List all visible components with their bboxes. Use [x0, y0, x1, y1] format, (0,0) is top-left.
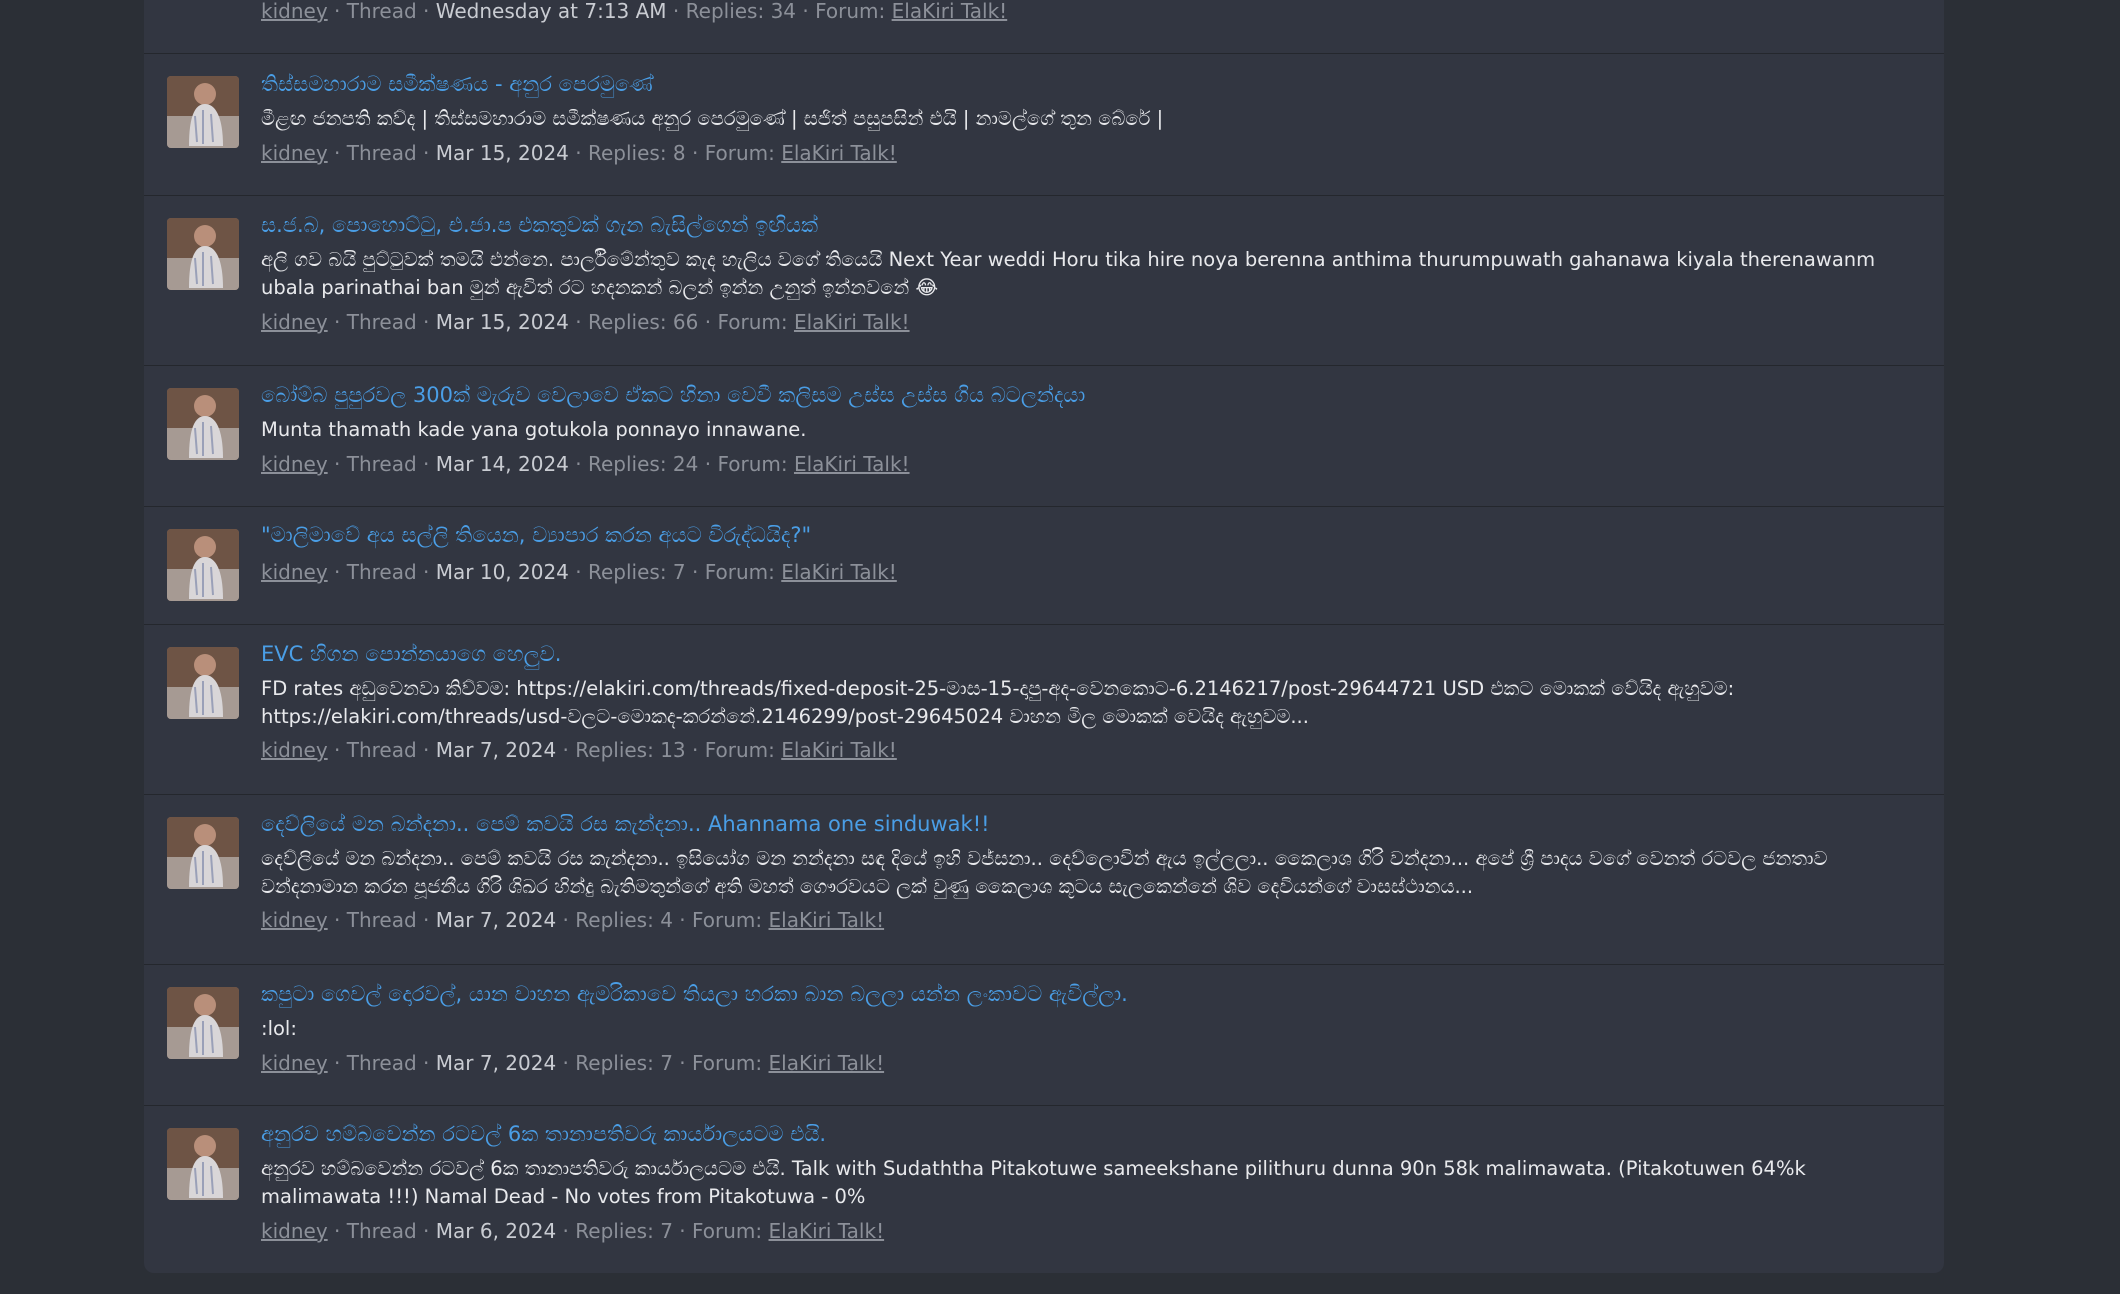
content-type: Thread: [346, 738, 417, 762]
avatar[interactable]: [167, 987, 239, 1059]
thread-title-link[interactable]: බෝම්බ පුපුරවල 300ක් මැරුව වෙලාවෙ ඒකට හින…: [261, 381, 1924, 409]
thread-meta: kidney · Thread · Mar 15, 2024 · Replies…: [261, 310, 910, 334]
thread-meta: kidney · Thread · Mar 10, 2024 · Replies…: [261, 560, 897, 584]
forum-label: Forum:: [692, 908, 763, 932]
author-link[interactable]: kidney: [261, 310, 328, 334]
thread-title-link[interactable]: EVC හිගන පොන්නයාගෙ හෙලුව.: [261, 640, 1924, 668]
forum-link[interactable]: ElaKiri Talk!: [892, 0, 1008, 23]
reply-count: Replies: 34: [685, 0, 797, 23]
author-link[interactable]: kidney: [261, 560, 328, 584]
thread-row: EVC හිගන පොන්නයාගෙ හෙලුව. FD rates අඩුවෙ…: [144, 624, 1944, 794]
forum-label: Forum:: [704, 560, 775, 584]
thread-snippet: Munta thamath kade yana gotukola ponnayo…: [261, 418, 807, 441]
reply-count: Replies: 13: [575, 738, 686, 762]
thread-row: තිස්සමහාරාම සමීක්ෂණය - අනුර පෙරමුණේ මීළඟ…: [144, 53, 1944, 195]
thread-date: Mar 15, 2024: [435, 310, 569, 334]
forum-link[interactable]: ElaKiri Talk!: [781, 738, 897, 762]
reply-count: Replies: 66: [587, 310, 699, 334]
thread-row: කපුටා ගෙවල් දොරවල්, යාන වාහන ඇමරිකාවෙ ති…: [144, 964, 1944, 1105]
author-link[interactable]: kidney: [261, 908, 328, 932]
forum-link[interactable]: ElaKiri Talk!: [769, 908, 885, 932]
forum-label: Forum:: [704, 141, 775, 165]
content-type: Thread: [346, 1219, 417, 1243]
reply-count: Replies: 24: [587, 452, 699, 476]
content-type: Thread: [346, 452, 417, 476]
thread-meta: kidney · Thread · Mar 7, 2024 · Replies:…: [261, 1051, 885, 1075]
content-type: Thread: [346, 560, 417, 584]
forum-link[interactable]: ElaKiri Talk!: [781, 560, 897, 584]
reply-count: Replies: 8: [587, 141, 686, 165]
thread-title-link[interactable]: දෙව්ලියේ මන බන්දනා.. පෙම් කවයි රස කැන්දන…: [261, 810, 1924, 838]
thread-title-link[interactable]: තිස්සමහාරාම සමීක්ෂණය - අනුර පෙරමුණේ: [261, 70, 1924, 98]
thread-row: ස.ජ.බ, පොහොට්ටු, එ.ජා.ප එකතුවක් ගැන බැසි…: [144, 195, 1944, 365]
author-link[interactable]: kidney: [261, 1051, 328, 1075]
reply-count: Replies: 7: [587, 560, 686, 584]
avatar[interactable]: [167, 529, 239, 601]
forum-label: Forum:: [717, 310, 788, 334]
content-type: Thread: [346, 310, 417, 334]
forum-link[interactable]: ElaKiri Talk!: [794, 452, 910, 476]
forum-label: Forum:: [704, 738, 775, 762]
thread-title-link[interactable]: "මාලිමාවේ අය සල්ලි තියෙන, ව්‍යාපාර කරන අ…: [261, 521, 1924, 549]
thread-row: අනුරව හම්බවෙන්න රටවල් 6ක තානාපතිවරු කාර්…: [144, 1105, 1944, 1273]
thread-row: බෝම්බ පුපුරවල 300ක් මැරුව වෙලාවෙ ඒකට හින…: [144, 365, 1944, 506]
thread-meta: kidney · Thread · Wednesday at 7:13 AM ·…: [261, 0, 1008, 23]
thread-snippet: අලි ගව බයි පුට්ටුවක් තමයි එන්නෙ. පාර්ලිම…: [261, 248, 1876, 299]
content-type: Thread: [346, 908, 417, 932]
reply-count: Replies: 4: [575, 908, 673, 932]
author-link[interactable]: kidney: [261, 1219, 328, 1243]
forum-link[interactable]: ElaKiri Talk!: [769, 1219, 885, 1243]
avatar[interactable]: [167, 647, 239, 719]
thread-date: Mar 14, 2024: [435, 452, 569, 476]
forum-link[interactable]: ElaKiri Talk!: [794, 310, 910, 334]
thread-date: Wednesday at 7:13 AM: [435, 0, 667, 23]
content-type: Thread: [346, 141, 417, 165]
thread-snippet: මීළඟ ජනපති කව්ද | තිස්සමහාරාම සමීක්ෂණය අ…: [261, 107, 1164, 130]
thread-title-link[interactable]: කපුටා ගෙවල් දොරවල්, යාන වාහන ඇමරිකාවෙ ති…: [261, 980, 1924, 1008]
thread-meta: kidney · Thread · Mar 15, 2024 · Replies…: [261, 141, 897, 165]
thread-row: දෙව්ලියේ මන බන්දනා.. පෙම් කවයි රස කැන්දන…: [144, 794, 1944, 964]
author-link[interactable]: kidney: [261, 452, 328, 476]
author-link[interactable]: kidney: [261, 141, 328, 165]
thread-date: Mar 10, 2024: [435, 560, 569, 584]
thread-title-link[interactable]: අනුරව හම්බවෙන්න රටවල් 6ක තානාපතිවරු කාර්…: [261, 1120, 1924, 1148]
thread-meta: kidney · Thread · Mar 14, 2024 · Replies…: [261, 452, 910, 476]
thread-list-panel: kidney · Thread · Wednesday at 7:13 AM ·…: [144, 0, 1944, 1273]
content-type: Thread: [346, 0, 417, 23]
reply-count: Replies: 7: [575, 1219, 673, 1243]
forum-label: Forum:: [717, 452, 788, 476]
thread-title-link[interactable]: ස.ජ.බ, පොහොට්ටු, එ.ජා.ප එකතුවක් ගැන බැසි…: [261, 211, 1924, 239]
thread-snippet: දෙව්ලියේ මන බන්දනා.. පෙම් කවයි රස කැන්දන…: [261, 847, 1828, 898]
thread-snippet: :lol:: [261, 1017, 297, 1040]
forum-label: Forum:: [815, 0, 886, 23]
thread-date: Mar 6, 2024: [435, 1219, 557, 1243]
thread-row: "මාලිමාවේ අය සල්ලි තියෙන, ව්‍යාපාර කරන අ…: [144, 506, 1944, 624]
author-link[interactable]: kidney: [261, 738, 328, 762]
forum-link[interactable]: ElaKiri Talk!: [769, 1051, 885, 1075]
thread-meta: kidney · Thread · Mar 7, 2024 · Replies:…: [261, 738, 897, 762]
thread-snippet: FD rates අඩුවෙනවා කිව්වම: https://elakir…: [261, 677, 1735, 728]
forum-label: Forum:: [692, 1051, 763, 1075]
thread-date: Mar 7, 2024: [435, 1051, 557, 1075]
thread-date: Mar 7, 2024: [435, 908, 557, 932]
thread-meta: kidney · Thread · Mar 6, 2024 · Replies:…: [261, 1219, 885, 1243]
forum-link[interactable]: ElaKiri Talk!: [781, 141, 897, 165]
thread-row: kidney · Thread · Wednesday at 7:13 AM ·…: [144, 0, 1944, 53]
reply-count: Replies: 7: [575, 1051, 673, 1075]
avatar[interactable]: [167, 388, 239, 460]
thread-snippet: අනුරව හම්බවෙන්න රටවල් 6ක තානාපතිවරු කාර්…: [261, 1157, 1806, 1208]
thread-date: Mar 7, 2024: [435, 738, 557, 762]
avatar[interactable]: [167, 218, 239, 290]
content-type: Thread: [346, 1051, 417, 1075]
thread-date: Mar 15, 2024: [435, 141, 569, 165]
avatar[interactable]: [167, 1128, 239, 1200]
avatar[interactable]: [167, 76, 239, 148]
avatar[interactable]: [167, 817, 239, 889]
forum-label: Forum:: [692, 1219, 763, 1243]
thread-meta: kidney · Thread · Mar 7, 2024 · Replies:…: [261, 908, 885, 932]
author-link[interactable]: kidney: [261, 0, 328, 23]
